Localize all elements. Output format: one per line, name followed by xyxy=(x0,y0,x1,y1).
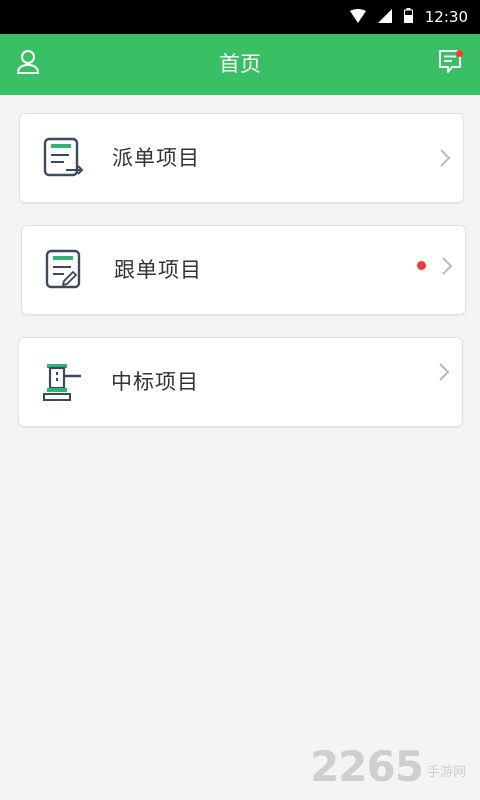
status-icons: 12:30 xyxy=(349,0,468,34)
card-label: 跟单项目 xyxy=(114,258,202,282)
chevron-right-icon xyxy=(438,362,450,382)
watermark-text: 手游网 xyxy=(426,765,466,780)
message-icon xyxy=(438,49,463,79)
card-dispatch-projects[interactable]: 派单项目 xyxy=(19,113,464,203)
card-label: 派单项目 xyxy=(112,146,200,170)
follow-document-icon xyxy=(44,248,88,292)
status-time: 12:30 xyxy=(424,8,468,26)
card-label: 中标项目 xyxy=(111,370,199,394)
site-watermark: 2265 手游网 xyxy=(310,746,466,788)
signal-icon xyxy=(377,8,392,27)
wifi-icon xyxy=(349,8,366,27)
card-winning-bid-projects[interactable]: 中标项目 xyxy=(18,337,463,427)
messages-button[interactable] xyxy=(434,48,466,80)
dispatch-document-icon xyxy=(42,136,86,180)
chevron-right-icon xyxy=(441,256,453,276)
battery-icon xyxy=(403,7,413,27)
chevron-right-icon xyxy=(439,148,451,168)
message-badge-dot xyxy=(456,50,463,57)
status-bar: 12:30 xyxy=(0,0,480,34)
notification-dot xyxy=(417,261,426,270)
watermark-number: 2265 xyxy=(310,742,424,791)
card-follow-projects[interactable]: 跟单项目 xyxy=(21,225,466,315)
app-bar: 首页 xyxy=(0,34,480,95)
page-title: 首页 xyxy=(219,52,261,76)
gavel-icon xyxy=(41,360,85,404)
